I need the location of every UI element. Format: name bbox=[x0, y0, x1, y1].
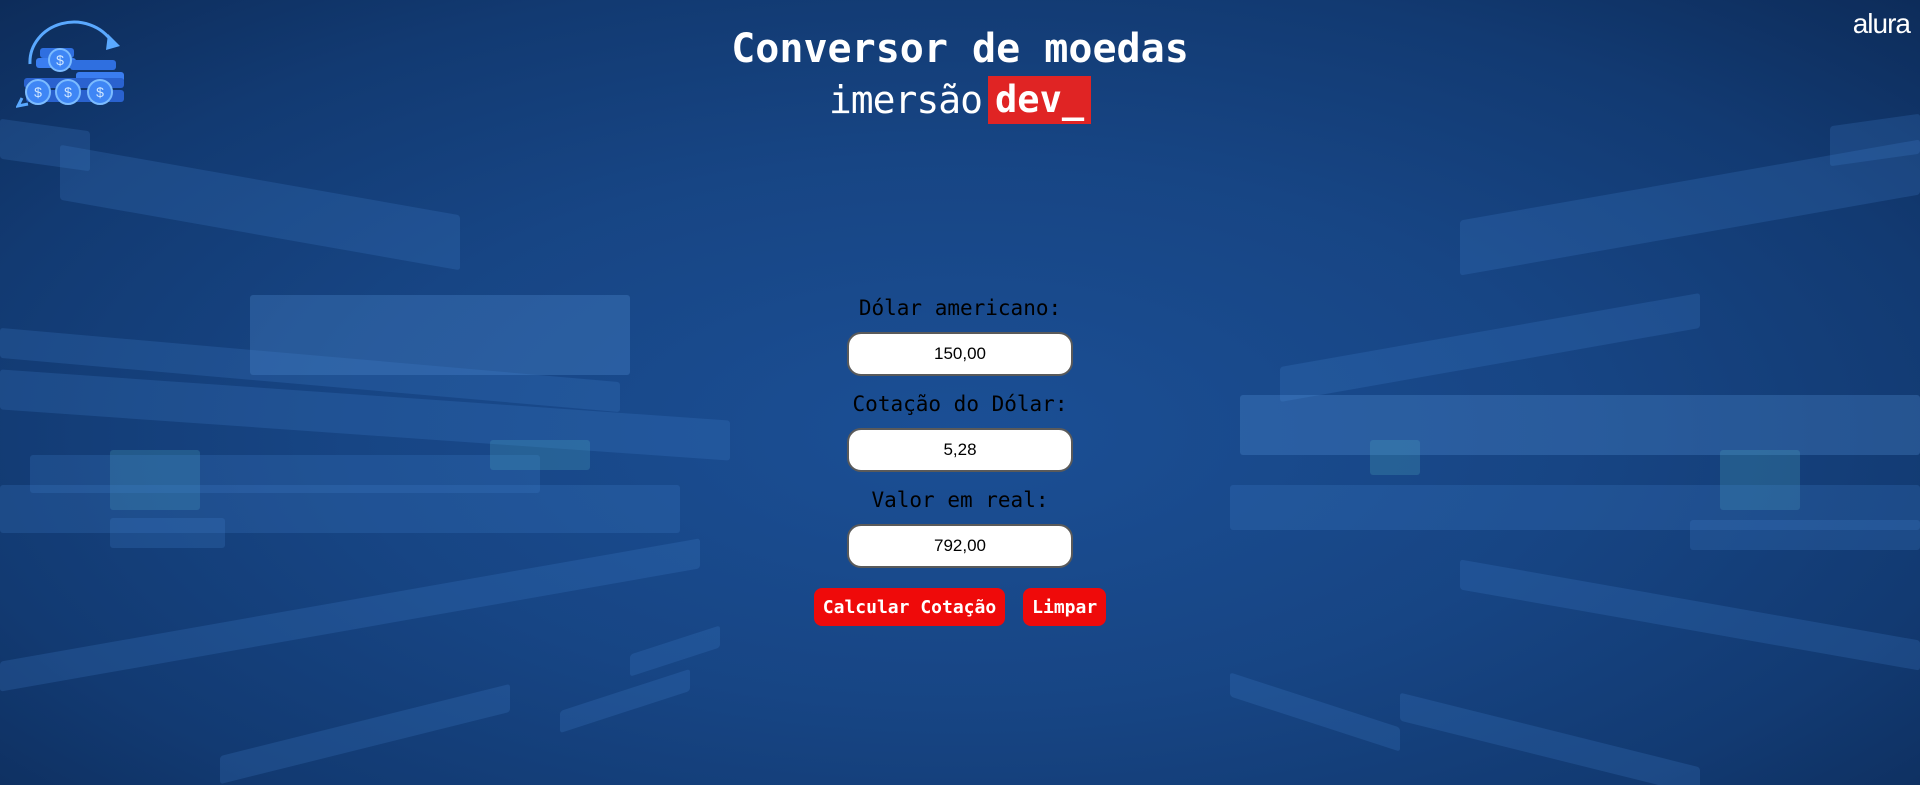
rate-label: Cotação do Dólar: bbox=[852, 392, 1068, 416]
dollar-input[interactable] bbox=[847, 332, 1073, 376]
rate-input[interactable] bbox=[847, 428, 1073, 472]
dollar-label: Dólar americano: bbox=[858, 296, 1062, 320]
page-header: Conversor de moedas imersão dev_ bbox=[0, 24, 1920, 124]
real-output[interactable] bbox=[847, 524, 1073, 568]
calculate-button[interactable]: Calcular Cotação bbox=[813, 588, 1006, 626]
subtitle-imersao: imersão bbox=[828, 78, 983, 122]
converter-form: Dólar americano: Cotação do Dólar: Valor… bbox=[0, 294, 1920, 626]
page-subtitle: imersão dev_ bbox=[828, 76, 1092, 124]
subtitle-dev-tag: dev_ bbox=[988, 76, 1092, 124]
page-title: Conversor de moedas bbox=[731, 26, 1189, 72]
button-group: Calcular Cotação Limpar bbox=[0, 588, 1920, 626]
clear-button[interactable]: Limpar bbox=[1023, 588, 1107, 626]
real-label: Valor em real: bbox=[871, 488, 1049, 512]
